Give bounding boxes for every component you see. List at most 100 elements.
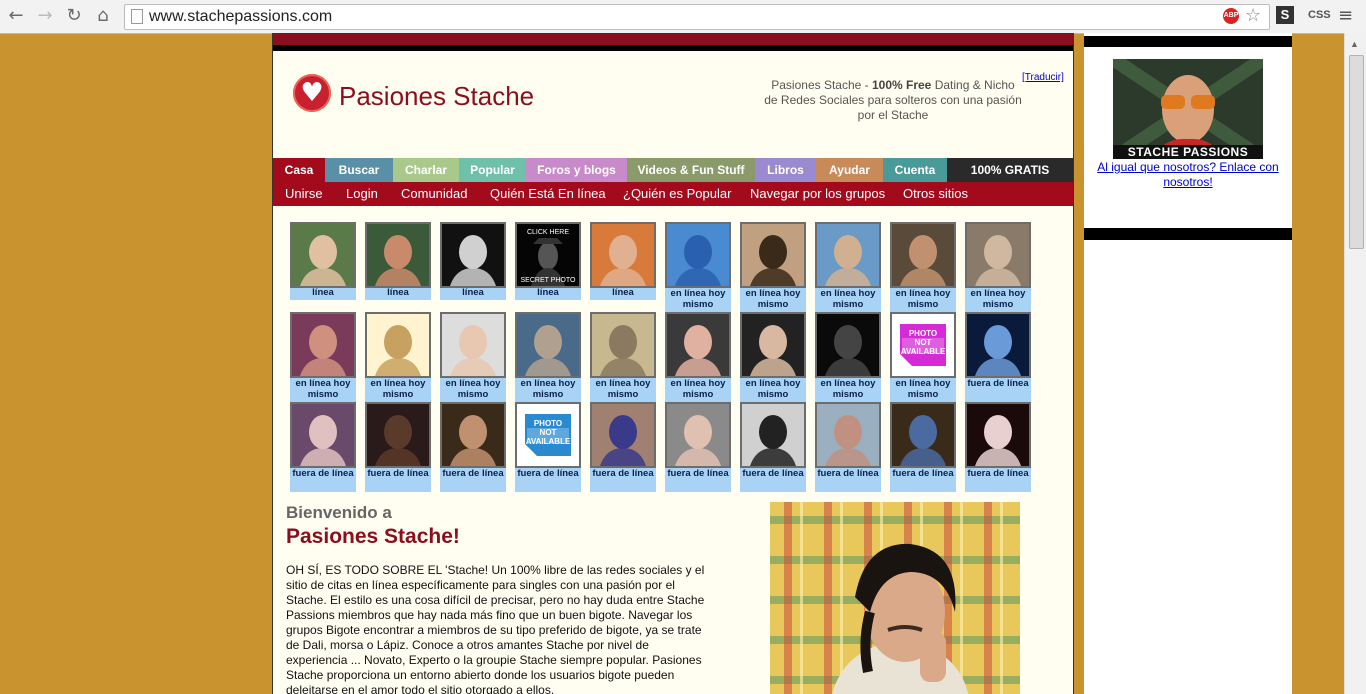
- forward-arrow-icon[interactable]: →: [35, 6, 55, 26]
- tab-ayudar[interactable]: Ayudar: [816, 158, 883, 182]
- member-tile[interactable]: fuera de línea: [965, 312, 1031, 402]
- link-with-us-link[interactable]: Al igual que nosotros? Enlace con nosotr…: [1084, 160, 1292, 190]
- translate-link[interactable]: [Traducir]: [1022, 72, 1064, 83]
- member-tile[interactable]: en línea hoy mismo: [890, 222, 956, 312]
- member-photo[interactable]: [590, 402, 656, 468]
- address-bar[interactable]: www.stachepassions.com ABP ☆: [124, 4, 1270, 30]
- member-photo[interactable]: [740, 312, 806, 378]
- member-tile[interactable]: fuera de línea: [590, 402, 656, 492]
- member-photo[interactable]: [440, 222, 506, 288]
- member-photo[interactable]: [665, 312, 731, 378]
- tab-casa[interactable]: Casa: [273, 158, 325, 182]
- member-tile[interactable]: en línea hoy mismo: [515, 312, 581, 402]
- member-status: línea: [590, 288, 656, 300]
- member-photo[interactable]: [365, 222, 431, 288]
- member-photo[interactable]: [365, 402, 431, 468]
- member-tile[interactable]: fuera de línea: [665, 402, 731, 492]
- member-photo[interactable]: [665, 402, 731, 468]
- home-icon[interactable]: ⌂: [93, 6, 113, 26]
- scrollbar-thumb[interactable]: [1349, 55, 1364, 249]
- site-header: ♥ Pasiones Stache Pasiones Stache - 100%…: [273, 51, 1073, 158]
- member-tile[interactable]: en línea hoy mismo: [965, 222, 1031, 312]
- member-photo[interactable]: PHOTO NOT AVAILABLE: [890, 312, 956, 378]
- member-photo[interactable]: [290, 402, 356, 468]
- subnav-link-3[interactable]: Comunidad: [401, 182, 468, 206]
- member-tile[interactable]: fuera de línea: [365, 402, 431, 492]
- tab-buscar[interactable]: Buscar: [325, 158, 393, 182]
- member-photo[interactable]: PHOTO NOT AVAILABLE: [515, 402, 581, 468]
- stache-passions-ad-image[interactable]: STACHE PASSIONS: [1113, 59, 1263, 159]
- subnav-link-7[interactable]: Otros sitios: [903, 182, 968, 206]
- member-photo[interactable]: [965, 312, 1031, 378]
- member-photo[interactable]: [590, 312, 656, 378]
- member-photo[interactable]: [965, 222, 1031, 288]
- scroll-up-arrow-icon[interactable]: ▲: [1350, 39, 1359, 49]
- member-tile[interactable]: en línea hoy mismo: [665, 312, 731, 402]
- subnav-link-5[interactable]: ¿Quién es Popular: [623, 182, 731, 206]
- member-tile[interactable]: línea: [440, 222, 506, 312]
- member-photo[interactable]: [440, 312, 506, 378]
- subnav-link-6[interactable]: Navegar por los grupos: [750, 182, 885, 206]
- member-tile[interactable]: PHOTO NOT AVAILABLE en línea hoy mismo: [890, 312, 956, 402]
- member-tile[interactable]: fuera de línea: [815, 402, 881, 492]
- member-photo[interactable]: [290, 222, 356, 288]
- browser-menu-icon[interactable]: ≡: [1338, 5, 1353, 26]
- tab-popular[interactable]: Popular: [459, 158, 526, 182]
- page-main: ♥ Pasiones Stache Pasiones Stache - 100%…: [272, 33, 1074, 694]
- member-photo[interactable]: [740, 402, 806, 468]
- member-photo[interactable]: [965, 402, 1031, 468]
- member-tile[interactable]: fuera de línea: [890, 402, 956, 492]
- reload-icon[interactable]: ↻: [64, 6, 84, 26]
- member-tile[interactable]: línea: [590, 222, 656, 312]
- heart-logo-icon[interactable]: ♥: [293, 74, 331, 112]
- member-photo[interactable]: [740, 222, 806, 288]
- extension-css-icon[interactable]: CSS: [1308, 9, 1331, 21]
- member-tile[interactable]: fuera de línea: [965, 402, 1031, 492]
- member-tile[interactable]: CLICK HERE SECRET PHOTO línea: [515, 222, 581, 312]
- member-tile[interactable]: en línea hoy mismo: [740, 312, 806, 402]
- member-status: en línea hoy mismo: [965, 288, 1031, 312]
- member-tile[interactable]: en línea hoy mismo: [740, 222, 806, 312]
- extension-s-icon[interactable]: S: [1276, 6, 1294, 24]
- tab-charlar[interactable]: Charlar: [393, 158, 459, 182]
- subnav-link-1[interactable]: Unirse: [285, 182, 323, 206]
- tab-libros[interactable]: Libros: [755, 158, 816, 182]
- bookmark-star-icon[interactable]: ☆: [1245, 5, 1261, 26]
- member-tile[interactable]: en línea hoy mismo: [665, 222, 731, 312]
- tab-100-gratis[interactable]: 100% GRATIS: [947, 158, 1073, 182]
- member-photo[interactable]: [365, 312, 431, 378]
- page-scrollbar[interactable]: ▲: [1344, 33, 1366, 694]
- member-tile[interactable]: en línea hoy mismo: [440, 312, 506, 402]
- member-tile[interactable]: en línea hoy mismo: [365, 312, 431, 402]
- member-photo[interactable]: [815, 402, 881, 468]
- member-tile[interactable]: en línea hoy mismo: [815, 222, 881, 312]
- member-status: en línea hoy mismo: [515, 378, 581, 402]
- adblock-icon[interactable]: ABP: [1223, 8, 1239, 24]
- member-photo[interactable]: [665, 222, 731, 288]
- member-photo[interactable]: [815, 222, 881, 288]
- subnav-link-2[interactable]: Login: [346, 182, 378, 206]
- member-photo[interactable]: [815, 312, 881, 378]
- site-logo-text[interactable]: Pasiones Stache: [339, 81, 534, 112]
- subnav-link-4[interactable]: Quién Está En línea: [490, 182, 606, 206]
- member-photo[interactable]: [890, 402, 956, 468]
- member-photo[interactable]: [440, 402, 506, 468]
- member-photo[interactable]: [590, 222, 656, 288]
- member-tile[interactable]: fuera de línea: [290, 402, 356, 492]
- member-tile[interactable]: en línea hoy mismo: [290, 312, 356, 402]
- member-photo[interactable]: [890, 222, 956, 288]
- member-photo[interactable]: [515, 312, 581, 378]
- member-tile[interactable]: PHOTO NOT AVAILABLE fuera de línea: [515, 402, 581, 492]
- member-tile[interactable]: fuera de línea: [740, 402, 806, 492]
- tab-videos-fun-stuff[interactable]: Videos & Fun Stuff: [627, 158, 755, 182]
- member-tile[interactable]: línea: [290, 222, 356, 312]
- member-tile[interactable]: línea: [365, 222, 431, 312]
- member-photo[interactable]: [290, 312, 356, 378]
- back-arrow-icon[interactable]: ←: [6, 6, 26, 26]
- member-photo[interactable]: CLICK HERE SECRET PHOTO: [515, 222, 581, 288]
- member-tile[interactable]: en línea hoy mismo: [815, 312, 881, 402]
- tab-foros-y-blogs[interactable]: Foros y blogs: [526, 158, 627, 182]
- member-tile[interactable]: en línea hoy mismo: [590, 312, 656, 402]
- member-tile[interactable]: fuera de línea: [440, 402, 506, 492]
- tab-cuenta[interactable]: Cuenta: [883, 158, 947, 182]
